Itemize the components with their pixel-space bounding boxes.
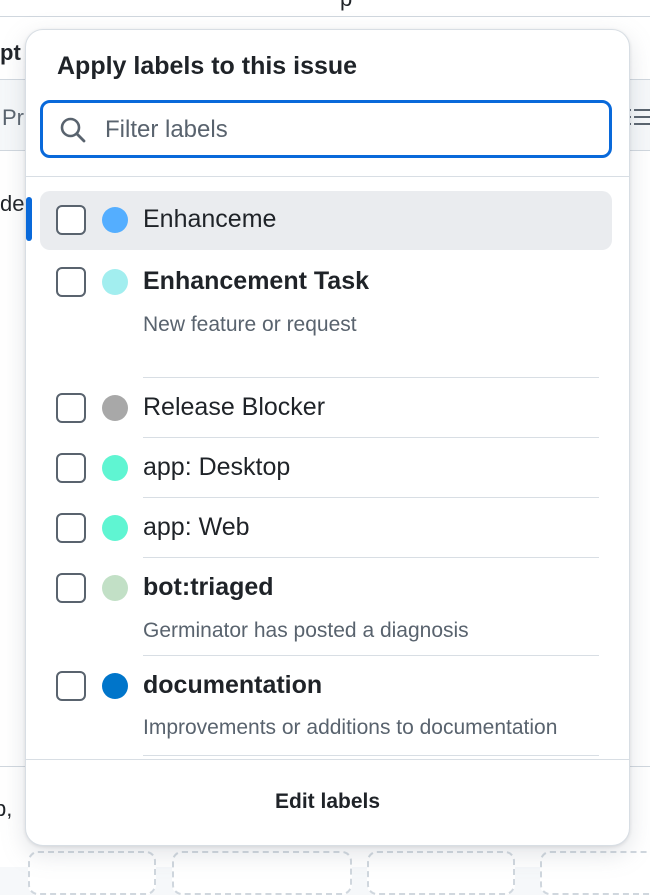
active-item-indicator <box>26 197 32 241</box>
label-item-release-blocker[interactable]: Release Blocker <box>40 378 612 437</box>
page-title-fragment: pt <box>0 40 21 65</box>
page-toolbar-button[interactable] <box>540 851 650 895</box>
page-toolbar-button[interactable] <box>367 851 515 895</box>
label-checkbox[interactable] <box>56 205 86 235</box>
label-list: Enhanceme Enhancement Task New feature o… <box>26 177 629 757</box>
popover-footer-divider <box>26 759 629 760</box>
label-item-app-desktop[interactable]: app: Desktop <box>40 438 612 497</box>
label-item-enhancement-task[interactable]: Enhancement Task New feature or request <box>40 251 612 377</box>
label-description: Germinator has posted a diagnosis <box>143 619 469 642</box>
edit-labels-link[interactable]: Edit labels <box>26 790 629 814</box>
page-fragment-text: p <box>340 0 352 12</box>
label-description: Improvements or additions to documentati… <box>143 716 558 739</box>
label-name: Enhanceme <box>143 205 277 233</box>
page-tab-fragment[interactable]: Pr <box>2 105 24 131</box>
page-toolbar-button[interactable] <box>28 851 156 895</box>
label-name: Enhancement Task <box>143 267 370 295</box>
label-item-app-web[interactable]: app: Web <box>40 498 612 557</box>
label-item-documentation[interactable]: documentation Improvements or additions … <box>40 656 612 757</box>
search-icon <box>60 117 86 143</box>
label-color-swatch <box>102 673 128 699</box>
label-checkbox[interactable] <box>56 573 86 603</box>
filter-labels-field[interactable] <box>40 100 612 158</box>
label-color-swatch <box>102 515 128 541</box>
label-checkbox[interactable] <box>56 393 86 423</box>
page-header-strip <box>0 0 650 16</box>
page-text-fragment: p, <box>0 796 13 821</box>
label-checkbox[interactable] <box>56 671 86 701</box>
label-name: documentation <box>143 671 323 699</box>
label-checkbox[interactable] <box>56 453 86 483</box>
label-checkbox[interactable] <box>56 267 86 297</box>
label-color-swatch <box>102 575 128 601</box>
label-name: Release Blocker <box>143 393 326 421</box>
popover-title: Apply labels to this issue <box>57 52 358 80</box>
label-item-enhanceme[interactable]: Enhanceme <box>40 191 612 250</box>
label-description: New feature or request <box>143 313 357 336</box>
label-checkbox[interactable] <box>56 513 86 543</box>
label-name: bot:triaged <box>143 573 274 601</box>
page-toolbar-button[interactable] <box>172 851 352 895</box>
page-text-fragment: de <box>0 191 25 216</box>
label-color-swatch <box>102 269 128 295</box>
label-color-swatch <box>102 207 128 233</box>
label-color-swatch <box>102 395 128 421</box>
label-name: app: Web <box>143 513 250 541</box>
label-color-swatch <box>102 455 128 481</box>
list-icon[interactable] <box>628 104 650 130</box>
label-name: app: Desktop <box>143 453 291 481</box>
filter-labels-input[interactable] <box>103 103 607 157</box>
labels-popover: Apply labels to this issue Enhanceme Enh… <box>25 29 630 846</box>
label-separator <box>143 755 599 756</box>
label-item-bot-triaged[interactable]: bot:triaged Germinator has posted a diag… <box>40 558 612 656</box>
